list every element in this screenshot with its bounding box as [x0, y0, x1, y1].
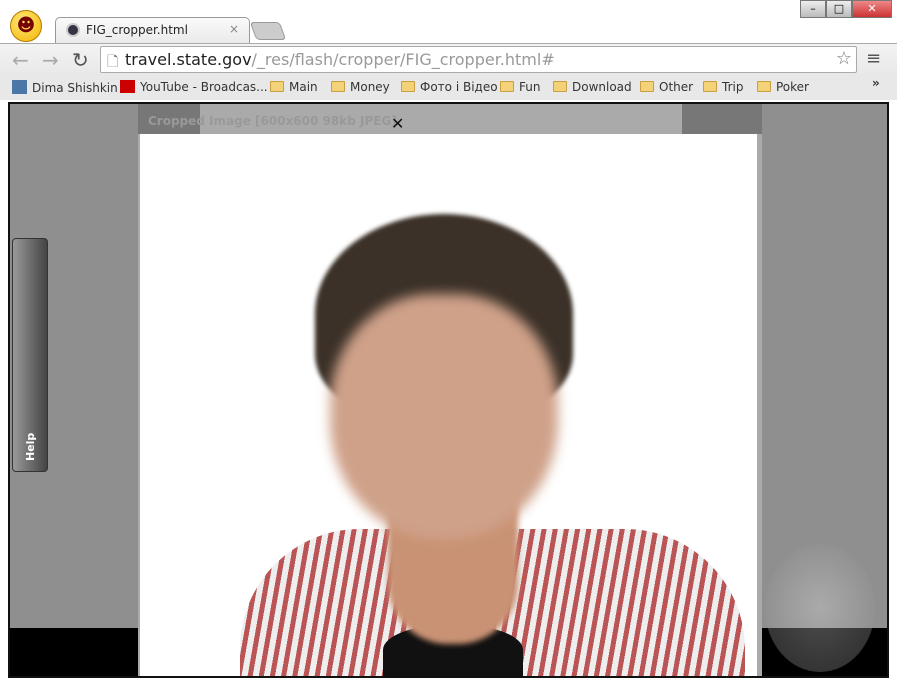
- bookmark-folder-photo-video[interactable]: Фото і Відео: [401, 80, 498, 94]
- url-host: travel.state.gov: [125, 50, 252, 69]
- close-window-button[interactable]: ✕: [852, 0, 892, 18]
- state-seal-favicon-icon: [66, 23, 80, 37]
- folder-icon: [553, 81, 567, 92]
- tab-fig-cropper[interactable]: FIG_cropper.html ×: [55, 17, 250, 43]
- bookmark-folder-other[interactable]: Other: [640, 80, 693, 94]
- bookmark-folder-money[interactable]: Money: [331, 80, 390, 94]
- folder-icon: [270, 81, 284, 92]
- back-arrow-icon[interactable]: ←: [12, 48, 29, 72]
- profile-avatar-icon[interactable]: ☻: [10, 10, 42, 42]
- address-bar[interactable]: 🗋 travel.state.gov/_res/flash/cropper/FI…: [100, 46, 857, 73]
- tab-close-icon[interactable]: ×: [229, 22, 239, 36]
- folder-icon: [703, 81, 717, 92]
- bookmark-dima-shishkin[interactable]: Dima Shishkin: [12, 80, 118, 95]
- maximize-button[interactable]: □: [826, 0, 852, 18]
- menu-icon[interactable]: ≡: [866, 48, 881, 69]
- cropped-photo: [140, 134, 757, 676]
- tab-title: FIG_cropper.html: [86, 23, 188, 37]
- url-path: /_res/flash/cropper/FIG_cropper.html#: [251, 50, 555, 69]
- dialog-title: Cropped Image [600x600 98kb JPEG]: [148, 114, 397, 128]
- cropped-image-dialog: Cropped Image [600x600 98kb JPEG] ✕: [138, 104, 762, 676]
- folder-icon: [500, 81, 514, 92]
- vk-icon: [12, 80, 27, 94]
- page-content: Help Cropped Image [600x600 98kb JPEG] ✕: [8, 102, 889, 678]
- page-icon: 🗋: [107, 54, 119, 70]
- new-tab-button[interactable]: [249, 22, 287, 40]
- forward-arrow-icon[interactable]: →: [42, 48, 59, 72]
- bookmarks-bar: Dima Shishkin YouTube - Broadcas... Main…: [0, 76, 897, 100]
- dialog-header: Cropped Image [600x600 98kb JPEG] ✕: [138, 104, 762, 134]
- folder-icon: [757, 81, 771, 92]
- bookmark-folder-poker[interactable]: Poker: [757, 80, 809, 94]
- folder-icon: [640, 81, 654, 92]
- close-icon[interactable]: ✕: [391, 114, 404, 133]
- folder-icon: [401, 81, 415, 92]
- bookmark-folder-download[interactable]: Download: [553, 80, 632, 94]
- bookmark-youtube[interactable]: YouTube - Broadcas...: [120, 80, 268, 94]
- minimize-button[interactable]: –: [800, 0, 826, 18]
- bookmark-folder-fun[interactable]: Fun: [500, 80, 540, 94]
- folder-icon: [331, 81, 345, 92]
- youtube-icon: [120, 80, 135, 93]
- reload-icon[interactable]: ↻: [72, 48, 89, 72]
- bookmark-star-icon[interactable]: ☆: [836, 48, 852, 69]
- bookmark-folder-trip[interactable]: Trip: [703, 80, 743, 94]
- bookmarks-overflow-button[interactable]: »: [872, 76, 880, 90]
- blurred-face: [330, 294, 558, 539]
- help-tab[interactable]: Help: [12, 238, 48, 472]
- us-seal-icon: [765, 544, 875, 672]
- bookmark-folder-main[interactable]: Main: [270, 80, 318, 94]
